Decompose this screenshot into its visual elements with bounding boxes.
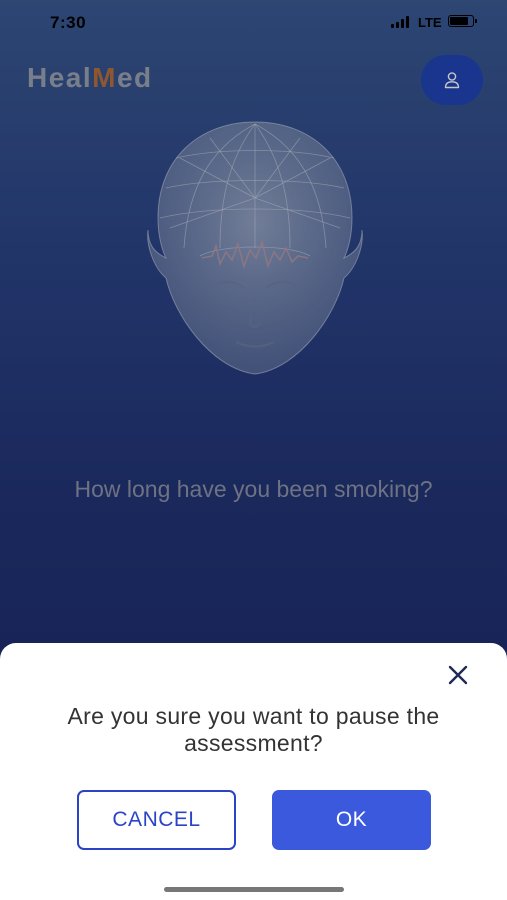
dialog-message: Are you sure you want to pause the asses… <box>67 703 440 756</box>
cancel-button[interactable]: CANCEL <box>77 790 236 850</box>
app-screen: 7:30 LTE HealMed How long have you been … <box>0 0 507 900</box>
home-indicator[interactable] <box>164 887 344 892</box>
ok-button[interactable]: OK <box>272 790 431 850</box>
close-icon[interactable] <box>445 662 471 688</box>
pause-dialog: Are you sure you want to pause the asses… <box>0 643 507 900</box>
